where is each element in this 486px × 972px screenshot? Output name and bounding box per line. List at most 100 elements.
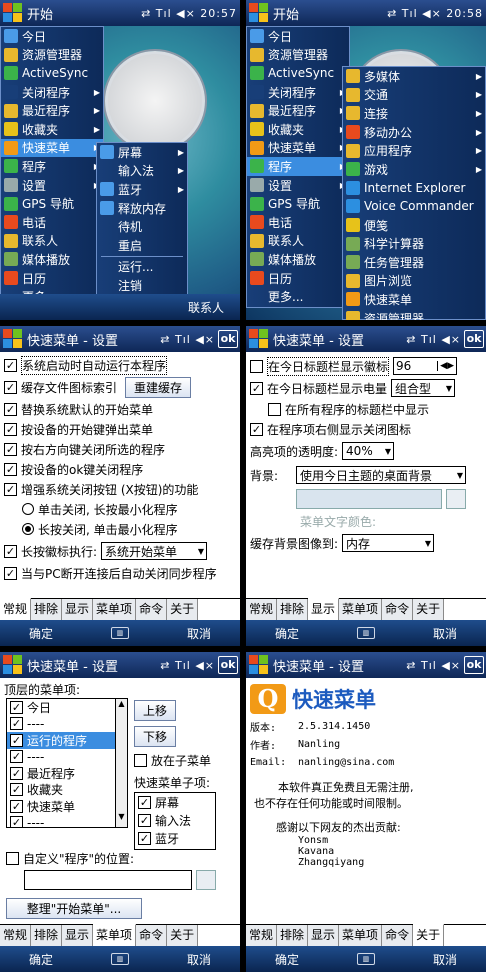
softkey-ok[interactable]: 确定 [275,951,299,968]
option-start-key[interactable]: ✓ 按设备的开始键弹出菜单 [4,419,236,439]
submenu-item[interactable]: 快速菜单 [343,290,485,309]
menu-item[interactable]: folder-icon 资源管理器 [1,46,103,65]
tab-5[interactable]: 关于 [413,924,445,946]
radio-button[interactable] [22,503,34,515]
softkey-ok[interactable]: 确定 [29,625,53,642]
submenu-item[interactable]: 重启 [97,236,187,255]
tab-0[interactable]: 常规 [0,598,32,620]
longpress-select[interactable]: 系统开始菜单 [101,542,208,560]
ok-button[interactable]: ok [464,656,484,674]
option-autostart[interactable]: ✓ 系统启动时自动运行本程序 [4,355,236,375]
windows-start-icon[interactable] [249,329,269,349]
menu-item[interactable]: recent-icon最近程序▶ [247,101,349,120]
keyboard-icon[interactable]: ▥ [110,953,129,965]
tab-0[interactable]: 常规 [246,925,278,946]
tab-1[interactable]: 排除 [31,599,63,620]
menu-item[interactable]: star-icon 收藏夹 ▶ [1,120,103,139]
checkbox[interactable]: ✓ [4,566,17,580]
checkbox[interactable]: ✓ [4,462,17,476]
keyboard-icon[interactable]: ▥ [356,953,375,965]
ok-button[interactable]: ok [218,656,238,674]
checkbox[interactable]: ✓ [138,795,151,809]
arrange-start-button[interactable]: 整理"开始菜单"... [6,898,142,919]
tab-3[interactable]: 菜单项 [339,599,383,620]
tab-4[interactable]: 命令 [136,599,168,620]
submenu-item[interactable]: 多媒体 ▶ [343,67,485,86]
menu-item[interactable]: 更多... [247,287,349,306]
submenu-item[interactable]: Voice Commander [343,197,485,216]
tab-2[interactable]: 显示 [308,925,340,946]
radio-hold-close[interactable]: 长按关闭, 单击最小化程序 [4,519,236,539]
status-indicators[interactable]: ⇄ Tıl ◀× [160,659,215,672]
radio-button[interactable] [22,523,34,535]
checkbox[interactable]: ✓ [10,717,23,731]
menu-item[interactable]: contacts-icon 联系人 [1,232,103,251]
softkey-right[interactable]: 联系人 [188,299,224,316]
ok-button[interactable]: ok [464,330,484,348]
option-close-sync[interactable]: ✓ 当与PC断开连接后自动关闭同步程序 [4,563,236,583]
menu-item[interactable]: media-icon 媒体播放 [1,250,103,269]
softkey-cancel[interactable]: 取消 [187,625,211,642]
submenu-item[interactable]: 释放内存 [97,199,187,218]
checkbox[interactable]: ✓ [10,783,23,797]
submenu-item[interactable]: 屏幕 ▶ [97,143,187,162]
submenu-item[interactable]: 交通 ▶ [343,86,485,105]
submenu-item[interactable]: 图片浏览 [343,272,485,291]
checkbox[interactable]: ✓ [250,422,263,436]
menu-item[interactable]: recent-icon最近程序▶ [1,101,103,120]
battery-style-select[interactable]: 组合型 [391,379,456,397]
checkbox[interactable]: ✓ [10,766,23,780]
softkey-ok[interactable]: 确定 [275,625,299,642]
windows-start-icon[interactable] [3,3,23,23]
checkbox[interactable] [250,359,263,373]
checkbox[interactable]: ✓ [4,544,17,558]
windows-start-icon[interactable] [3,329,23,349]
tab-2[interactable]: 显示 [62,599,94,620]
menu-item[interactable]: folder-icon 资源管理器 [247,46,349,65]
submenu-item[interactable]: 任务管理器 [343,253,485,272]
list-item[interactable]: ✓ ---- [7,749,115,766]
list-item[interactable]: ✓ 输入法 [135,811,215,829]
checkbox[interactable] [134,753,147,767]
checkbox[interactable]: ✓ [4,442,17,456]
submenu-item[interactable]: 蓝牙 ▶ [97,180,187,199]
softkey-cancel[interactable]: 取消 [433,951,457,968]
custom-browse-button[interactable] [196,870,216,890]
softkey-ok[interactable]: 确定 [29,951,53,968]
status-indicators[interactable]: ⇄ Tıl ◀× 20:57 [141,7,237,20]
submenu-item[interactable]: 连接 ▶ [343,104,485,123]
checkbox[interactable]: ✓ [250,381,263,395]
softkey-cancel[interactable]: 取消 [187,951,211,968]
status-indicators[interactable]: ⇄ Tıl ◀× [406,659,461,672]
submenu-list[interactable]: ✓ 屏幕 ✓ 输入法 ✓ 蓝牙 [134,792,216,850]
checkbox[interactable] [268,402,281,416]
keyboard-icon[interactable]: ▥ [110,627,129,639]
checkbox[interactable]: ✓ [10,816,23,827]
list-scrollbar[interactable]: ▲ ▼ [115,699,127,827]
move-up-button[interactable]: 上移 [134,700,176,721]
list-item[interactable]: ✓ 屏幕 [135,793,215,811]
tab-0[interactable]: 常规 [246,599,278,620]
status-indicators[interactable]: ⇄ Tıl ◀× 20:58 [387,7,483,20]
softkey-cancel[interactable]: 取消 [433,625,457,642]
submenu-item[interactable]: 科学计算器 [343,234,485,253]
option-all-titles[interactable]: 在所有程序的标题栏中显示 [250,399,482,419]
tab-4[interactable]: 命令 [136,925,168,946]
menu-item[interactable]: contacts-icon 联系人 [247,232,349,251]
move-down-button[interactable]: 下移 [134,726,176,747]
option-close-icon[interactable]: ✓ 在程序项右侧显示关闭图标 [250,419,482,439]
checkbox[interactable]: ✓ [10,799,23,813]
submenu-item[interactable]: 便笺 [343,216,485,235]
logo-size-spinner[interactable]: 96 ◀▶ [393,357,458,375]
checkbox[interactable] [6,851,19,865]
submenu-item[interactable]: 待机 [97,217,187,236]
menu-item[interactable]: home-icon 今日 [247,27,349,46]
option-enhance-close[interactable]: ✓ 增强系统关闭按钮 (X按钮)的功能 [4,479,236,499]
tab-4[interactable]: 命令 [382,599,414,620]
option-show-logo[interactable]: 在今日标题栏显示徽标 96 ◀▶ [250,355,482,377]
windows-start-icon[interactable] [249,3,269,23]
list-item[interactable]: ✓ ---- [7,815,115,827]
menu-item[interactable]: phone-icon 电话 [1,213,103,232]
menu-item[interactable]: gps-icon GPS 导航 [247,194,349,213]
menu-item[interactable]: settings-icon设置▶ [1,176,103,195]
